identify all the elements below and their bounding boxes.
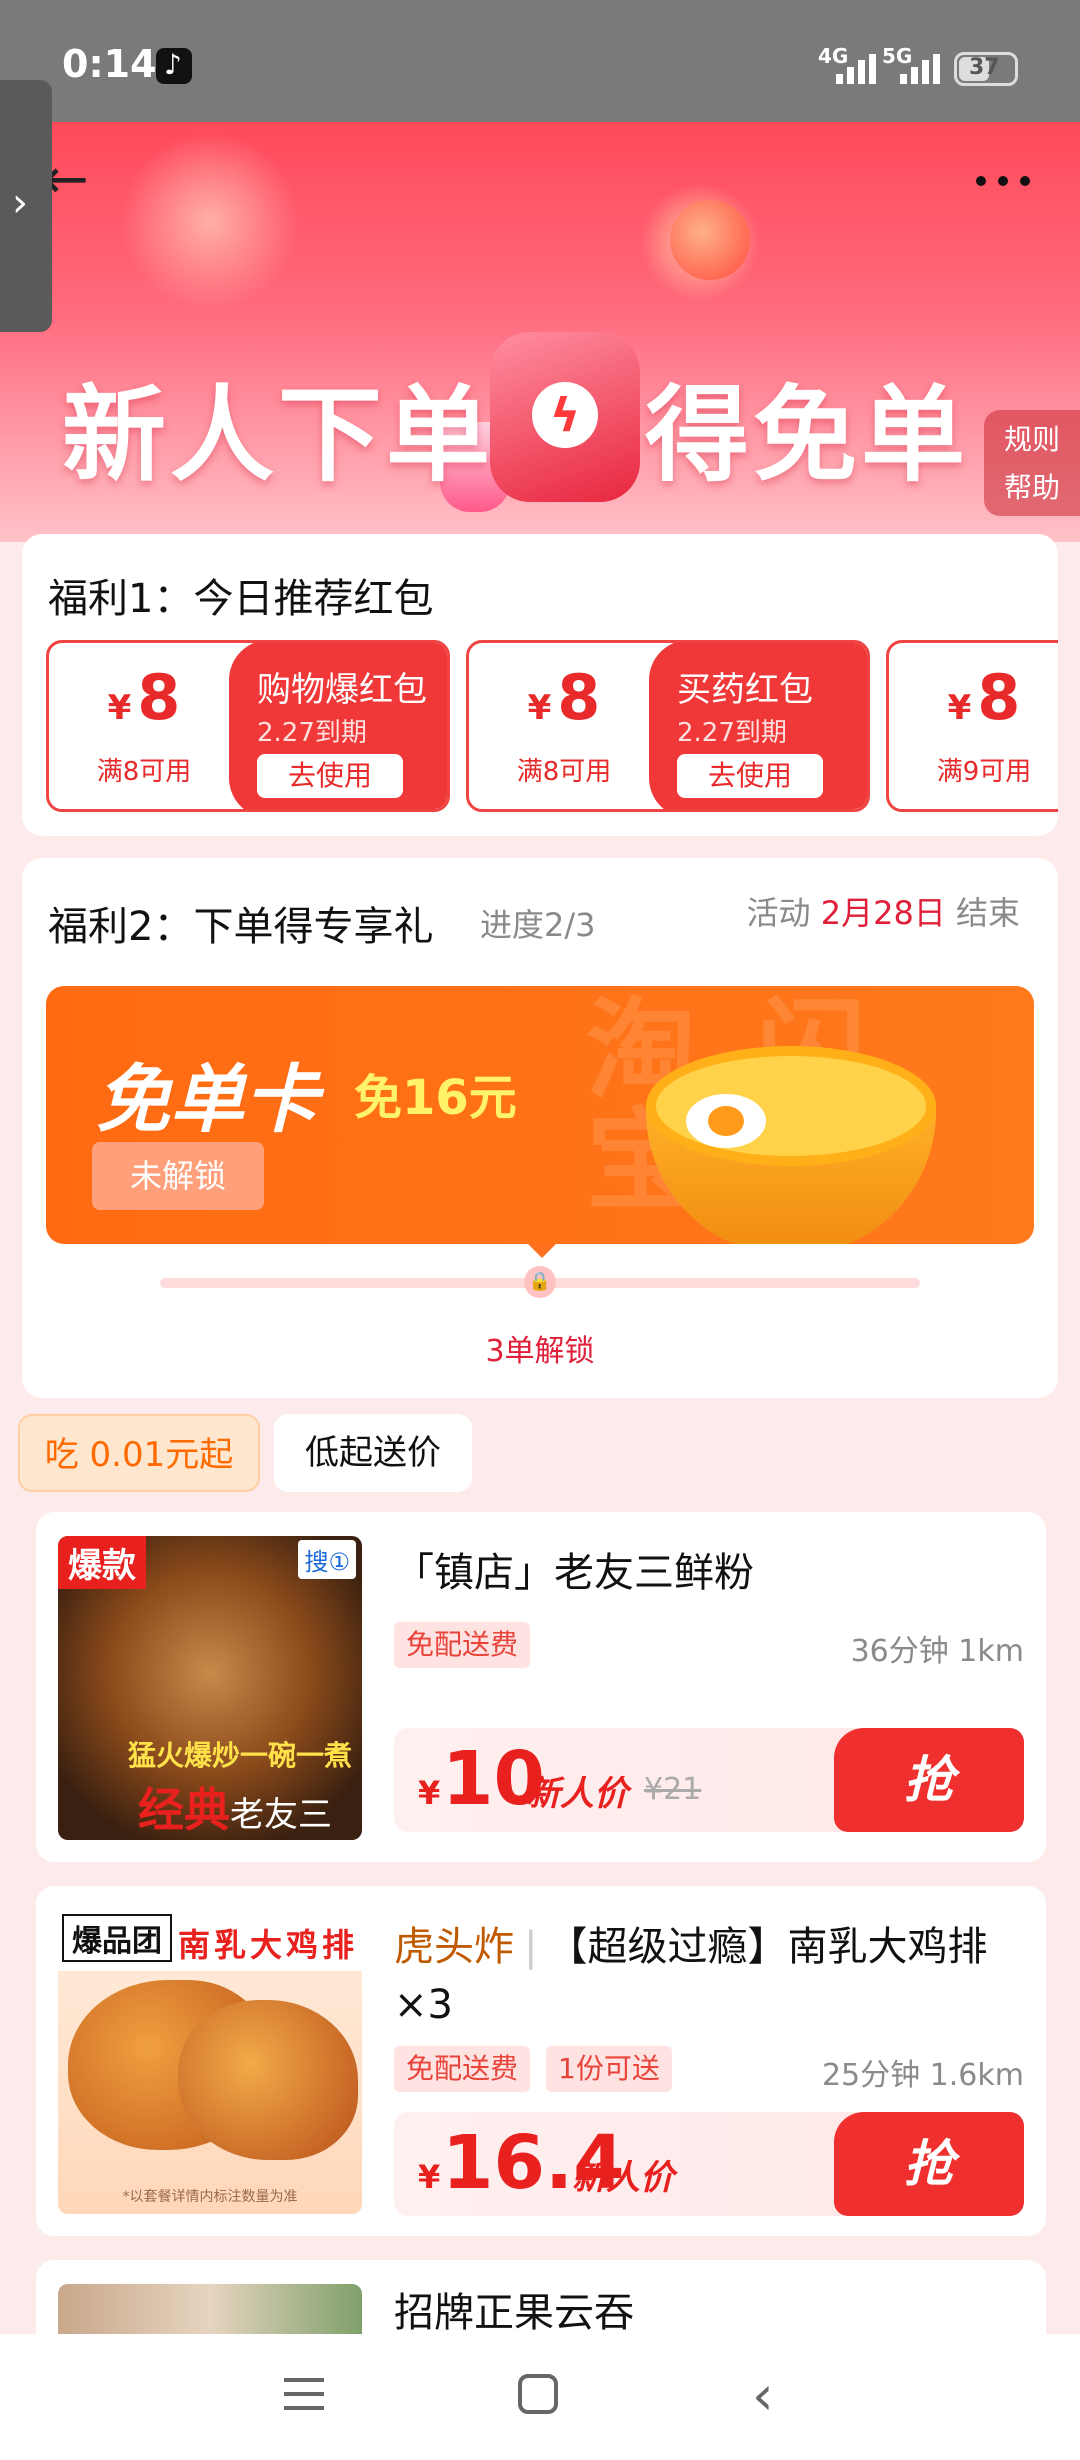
currency-symbol: ¥ [418,2158,441,2196]
coupon-currency: ¥ [527,688,552,728]
banner-title-left: 新人下单 [62,374,495,496]
battery-level: 37 [969,55,1000,80]
filter-chip-low-min[interactable]: 低起送价 [274,1414,472,1492]
help-label: 帮助 [1003,471,1060,504]
food-item[interactable]: 爆款 搜① 猛火爆炒一碗一煮 经典老友三鲜粉 「镇店」老友三鲜粉 免配送费 36… [36,1512,1046,1862]
free-delivery-badge: 免配送费 [394,1622,531,1668]
coupon-card[interactable]: ¥8 满8可用 购物爆红包 2.27到期 去使用 [46,640,450,812]
back-icon[interactable]: ‹ [752,2364,774,2427]
coupon-amount: 8 [137,661,181,734]
coupon-amount: 8 [977,661,1021,734]
item-title[interactable]: 虎头炸 | 【超级过瘾】南乳大鸡排×3 [394,1918,1034,2034]
shop-brand: 虎头炸 [394,1924,514,1970]
firework-decoration [120,132,300,312]
thumb-title: 南乳大鸡排 [178,1926,359,1964]
progress-label: 进度2/3 [480,906,596,944]
coupon-condition: 满9可用 [936,757,1032,787]
currency-symbol: ¥ [418,1774,441,1812]
coupon-list[interactable]: ¥8 满8可用 购物爆红包 2.27到期 去使用 ¥8 满8可用 买药红包 2.… [46,640,1058,816]
free-order-card[interactable]: 淘闪宝购 免单卡 免16元 未解锁 [46,986,1034,1244]
activity-suffix: 结束 [955,894,1020,932]
home-icon[interactable] [518,2374,558,2414]
activity-date: 2月28日 [820,894,946,932]
rules-label: 规则 [1003,423,1060,456]
battery-icon: 37 [954,52,1018,86]
coupon-condition: 满8可用 [516,757,612,787]
red-bag-illustration: ϟ [490,332,640,502]
delivery-eta: 36分钟 1km [850,1634,1024,1669]
system-nav-bar: ‹ [0,2334,1080,2460]
original-price: ¥21 [644,1772,702,1807]
benefit2-card: 福利2：下单得专享礼 进度2/3 活动 2月28日 结束 淘闪宝购 免单卡 免1… [22,858,1058,1398]
food-item[interactable]: 爆品团 南乳大鸡排 *以套餐详情内标注数量为准 虎头炸 | 【超级过瘾】南乳大鸡排×… [36,1886,1046,2236]
status-bar: 0:14 4G 5G 37 [0,0,1080,122]
promo-banner: ϟ 新人下单 得免单 [0,122,1080,542]
unlock-hint: 3单解锁 [485,1334,595,1369]
thumb-name-big: 经典 [138,1783,230,1837]
coupon-use-button[interactable]: 去使用 [257,754,403,798]
signal-icon [836,54,880,84]
thumb-slogan: 猛火爆炒一碗一煮 [128,1739,353,1772]
price-bar[interactable]: ¥ 16.4 新人价 抢 [394,2112,1024,2216]
coupon-card[interactable]: ¥8 满8可用 买药红包 2.27到期 去使用 [466,640,870,812]
side-panel-handle[interactable]: › [0,80,52,332]
delivery-eta: 25分钟 1.6km [821,2058,1024,2093]
grab-button[interactable]: 抢 [834,1728,1024,1832]
new-user-price-label: 新人价 [572,2158,674,2198]
coupon-amount: 8 [557,661,601,734]
rules-help-button[interactable]: 规则 帮助 [984,410,1080,516]
locked-status-button[interactable]: 未解锁 [92,1142,264,1210]
coupon-currency: ¥ [947,688,972,728]
coupon-expiry: 2.27到期 [677,718,787,748]
signal-icon [900,54,944,84]
free-card-amount: 免16元 [354,1070,517,1126]
benefit2-title: 福利2：下单得专享礼 [48,904,434,950]
coupon-use-button[interactable]: 去使用 [677,754,823,798]
food-thumbnail[interactable]: 爆款 搜① 猛火爆炒一碗一煮 经典老友三鲜粉 [58,1536,362,1840]
min-order-badge: 1份可送 [546,2046,672,2092]
new-user-price-label: 新人价 [526,1774,628,1814]
coupon-name: 买药红包 [677,670,813,710]
hot-tag: 爆款 [58,1536,146,1589]
progress-pointer [528,1244,556,1258]
thumb-note: *以套餐详情内标注数量为准 [122,2189,298,2205]
activity-prefix: 活动 [746,894,811,932]
grab-button[interactable]: 抢 [834,2112,1024,2216]
free-delivery-badge: 免配送费 [394,2046,531,2092]
noodle-bowl-illustration [646,1046,936,1244]
hot-group-tag: 爆品团 [62,1914,172,1962]
filter-chip-cheap[interactable]: 吃 0.01元起 [18,1414,260,1492]
lock-icon: 🔒 [524,1266,556,1298]
coupon-expiry: 2.27到期 [257,718,367,748]
item-title[interactable]: 「镇店」老友三鲜粉 [394,1544,754,1602]
tiktok-icon [156,48,192,84]
food-thumbnail[interactable]: 爆品团 南乳大鸡排 *以套餐详情内标注数量为准 [58,1910,362,2214]
lightning-icon: ϟ [532,382,598,448]
coupon-card[interactable]: ¥8 满9可用 [886,640,1058,812]
price-bar[interactable]: ¥ 10 新人价 ¥21 抢 [394,1728,1024,1832]
menu-icon[interactable] [284,2374,324,2414]
clock: 0:14 [62,42,157,86]
chevron-right-icon: › [12,180,28,226]
benefit1-card: 福利1：今日推荐红包 ¥8 满8可用 购物爆红包 2.27到期 去使用 ¥8 满… [22,534,1058,836]
coupon-currency: ¥ [107,688,132,728]
coupon-condition: 满8可用 [96,757,192,787]
coupon-name: 购物爆红包 [257,670,427,710]
shop-logo: 搜① [298,1540,356,1579]
activity-deadline: 活动 2月28日 结束 [747,888,1020,934]
lantern-decoration [670,200,750,280]
free-card-title: 免单卡 [96,1057,318,1143]
banner-title-right: 得免单 [645,374,970,496]
benefit1-title: 福利1：今日推荐红包 [48,576,434,622]
more-options-icon[interactable] [974,160,1034,200]
